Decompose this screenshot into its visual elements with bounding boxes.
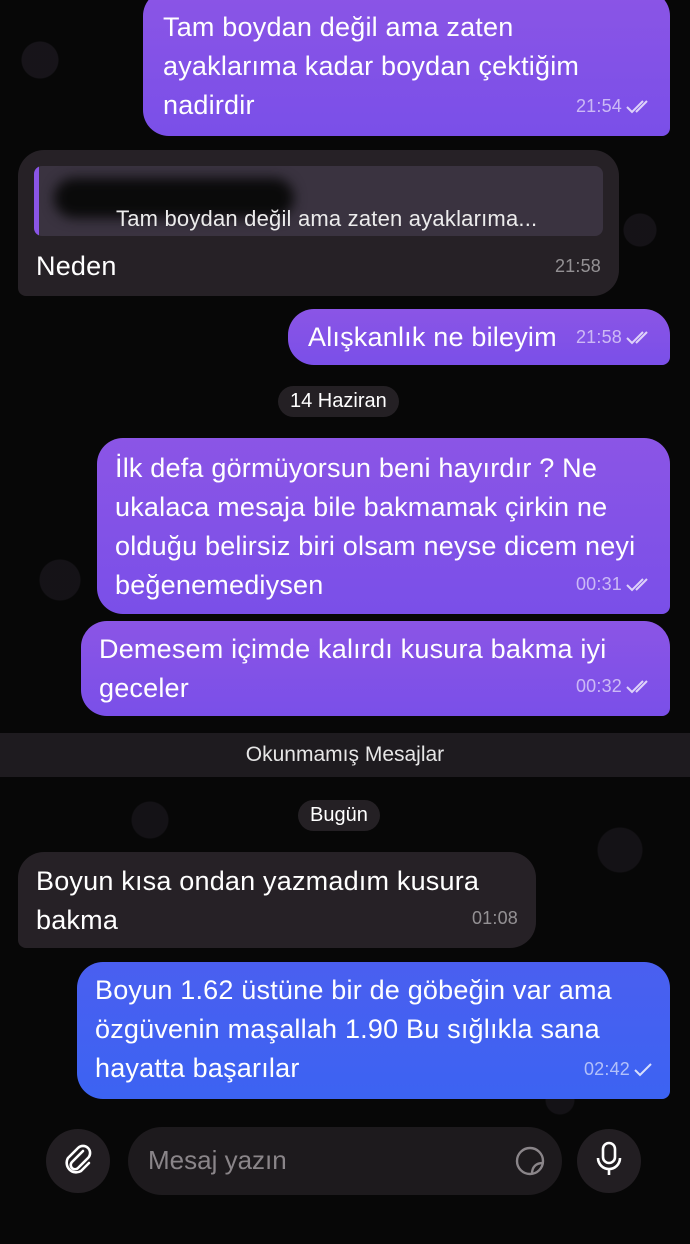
double-check-icon — [626, 330, 652, 345]
double-check-icon — [626, 99, 652, 114]
message-bubble-outgoing[interactable]: Tam boydan değil ama zaten ayaklarıma ka… — [143, 0, 670, 136]
date-label: Bugün — [310, 804, 368, 826]
message-bubble-outgoing[interactable]: İlk defa görmüyorsun beni hayırdır ? Ne … — [97, 438, 670, 614]
message-input[interactable]: Mesaj yazın — [128, 1127, 562, 1195]
message-bubble-incoming[interactable]: Tam boydan değil ama zaten ayaklarıma...… — [18, 150, 619, 296]
message-input-placeholder: Mesaj yazın — [148, 1145, 287, 1175]
message-text: İlk defa görmüyorsun beni hayırdır ? Ne … — [115, 453, 636, 600]
message-time: 02:42 — [583, 1059, 630, 1079]
attach-button[interactable] — [46, 1129, 110, 1193]
date-separator: Bugün — [298, 800, 380, 831]
message-time: 00:32 — [575, 676, 622, 696]
message-time: 21:58 — [575, 327, 622, 347]
unread-label: Okunmamış Mesajlar — [245, 743, 445, 766]
message-text: Boyun 1.62 üstüne bir de göbeğin var ama… — [95, 975, 612, 1083]
message-time: 00:31 — [575, 574, 622, 594]
single-check-icon — [634, 1062, 652, 1077]
message-bubble-outgoing[interactable]: Demesem içimde kalırdı kusura bakma iyi … — [81, 621, 670, 716]
double-check-icon — [626, 679, 652, 694]
message-text: Tam boydan değil ama zaten ayaklarıma ka… — [163, 12, 580, 120]
sticker-icon[interactable] — [514, 1145, 546, 1182]
message-bubble-incoming[interactable]: Boyun kısa ondan yazmadım kusura bakma 0… — [18, 852, 536, 948]
message-time: 21:58 — [554, 256, 601, 276]
microphone-icon — [594, 1141, 624, 1182]
double-check-icon — [626, 577, 652, 592]
date-separator: 14 Haziran — [278, 386, 399, 417]
date-label: 14 Haziran — [290, 390, 387, 412]
unread-messages-separator: Okunmamış Mesajlar — [0, 733, 690, 777]
voice-record-button[interactable] — [577, 1129, 641, 1193]
message-bubble-outgoing[interactable]: Boyun 1.62 üstüne bir de göbeğin var ama… — [77, 962, 670, 1099]
message-time: 21:54 — [575, 96, 622, 116]
message-text: Neden — [36, 251, 117, 281]
reply-preview[interactable]: Tam boydan değil ama zaten ayaklarıma... — [34, 166, 603, 236]
reply-preview-text: Tam boydan değil ama zaten ayaklarıma... — [116, 206, 538, 231]
message-text: Boyun kısa ondan yazmadım kusura bakma — [36, 866, 480, 935]
paperclip-icon — [61, 1142, 95, 1181]
message-text: Demesem içimde kalırdı kusura bakma iyi … — [99, 634, 607, 703]
message-time: 01:08 — [471, 908, 518, 928]
message-bubble-outgoing[interactable]: Alışkanlık ne bileyim 21:58 — [288, 309, 670, 365]
